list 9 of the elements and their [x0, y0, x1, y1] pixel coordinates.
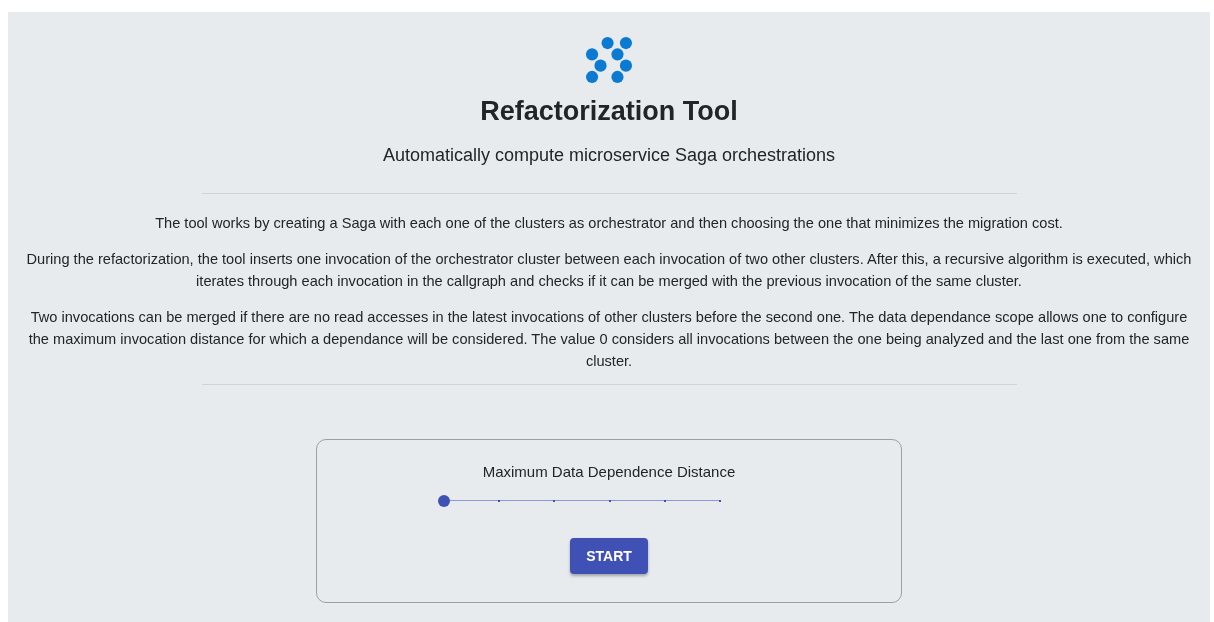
slider-label: Maximum Data Dependence Distance — [482, 462, 736, 482]
page-subtitle: Automatically compute microservice Saga orchestrations — [382, 144, 836, 167]
page-title: Refactorization Tool — [480, 95, 738, 128]
description-paragraph: During the refactorization, the tool inserts one invocation of the orchestrator cluster between each invocation of two other clusters. After this, a recursive algorithm is executed, which iterates through each invocation in the callgraph and checks if it can be merged with the previous invocation of the same cluster. — [25, 250, 1193, 291]
description-paragraph: The tool works by creating a Saga with each one of the clusters as orchestrator and then choosing the one that minimizes the migration cost. — [155, 214, 1063, 233]
logo-icon — [585, 36, 633, 84]
slider-thumb[interactable] — [438, 495, 450, 507]
description-paragraph: Two invocations can be merged if there are no read accesses in the latest invocations of other clusters before the second one. The data dependance scope allows one to configure the maximum invocation distance for which a dependance will be considered. The value 0 considers all invocations between the one being analyzed and the last one from the same cluster. — [27, 308, 1191, 371]
start-button[interactable]: START — [570, 538, 648, 574]
